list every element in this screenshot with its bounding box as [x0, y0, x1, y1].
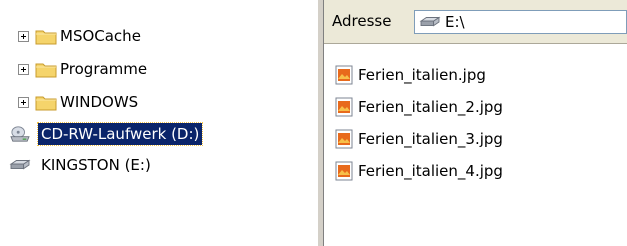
address-input[interactable]: E:\	[414, 10, 627, 34]
tree-item-kingston[interactable]: KINGSTON (E:)	[8, 152, 154, 178]
file-name: Ferien_italien_3.jpg	[358, 130, 503, 148]
tree-item-msocache[interactable]: MSOCache	[18, 23, 144, 49]
address-value: E:\	[445, 13, 465, 31]
folder-tree-pane: MSOCache Programme WINDOWS CD-RW-Laufwer…	[0, 0, 318, 246]
jpg-file-icon	[335, 161, 353, 181]
tree-item-label: WINDOWS	[60, 93, 139, 111]
file-name: Ferien_italien_2.jpg	[358, 98, 503, 116]
removable-drive-icon	[9, 159, 31, 170]
tree-item-label: KINGSTON (E:)	[41, 156, 151, 174]
expand-icon[interactable]	[18, 96, 29, 108]
file-name: Ferien_italien_4.jpg	[358, 162, 503, 180]
file-item[interactable]: Ferien_italien_3.jpg	[334, 126, 503, 152]
tree-item-label: Programme	[60, 60, 148, 78]
folder-icon	[35, 30, 57, 45]
tree-item-cd-drive[interactable]: CD-RW-Laufwerk (D:)	[8, 121, 204, 147]
tree-item-label: CD-RW-Laufwerk (D:)	[36, 122, 204, 146]
removable-drive-icon	[419, 16, 441, 27]
address-bar: Adresse E:\	[324, 0, 627, 44]
expand-icon[interactable]	[18, 63, 29, 75]
jpg-file-icon	[335, 97, 353, 117]
jpg-file-icon	[335, 65, 353, 85]
jpg-file-icon	[335, 129, 353, 149]
tree-item-windows[interactable]: WINDOWS	[18, 89, 141, 115]
file-item[interactable]: Ferien_italien.jpg	[334, 62, 486, 88]
tree-item-label: MSOCache	[60, 27, 141, 45]
cd-drive-icon	[10, 126, 30, 142]
file-list-pane: Adresse E:\ Ferien_italien.jpg Ferien_it…	[324, 0, 627, 246]
file-name: Ferien_italien.jpg	[358, 66, 486, 84]
expand-icon[interactable]	[18, 30, 29, 42]
folder-icon	[35, 63, 57, 78]
address-label: Adresse	[332, 12, 392, 30]
folder-icon	[35, 96, 57, 111]
file-item[interactable]: Ferien_italien_4.jpg	[334, 158, 503, 184]
tree-item-programme[interactable]: Programme	[18, 56, 150, 82]
file-item[interactable]: Ferien_italien_2.jpg	[334, 94, 503, 120]
